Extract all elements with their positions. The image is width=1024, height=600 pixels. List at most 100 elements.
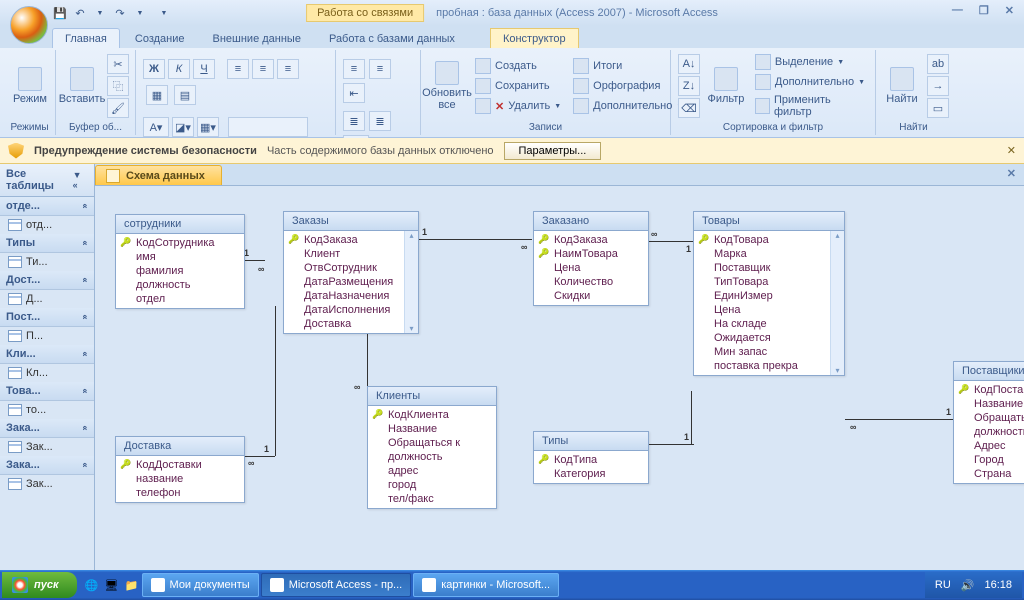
entity-field[interactable]: КодПоставщика xyxy=(958,383,1024,397)
sort-asc-icon[interactable]: A↓ xyxy=(678,54,700,74)
entity-field[interactable]: должность xyxy=(958,425,1024,439)
toggle-filter-button[interactable]: Применить фильтр xyxy=(751,93,869,119)
clear-sort-icon[interactable]: ⌫ xyxy=(678,98,700,118)
entity-field[interactable]: Категория xyxy=(538,467,644,481)
nav-group-header[interactable]: Пост... xyxy=(0,308,94,327)
nav-table-item[interactable]: Зак... xyxy=(0,475,94,493)
entity-field[interactable]: Цена xyxy=(698,303,828,317)
document-close-button[interactable]: ✕ xyxy=(1003,167,1020,180)
entity-field[interactable]: Обращаться к xyxy=(372,436,492,450)
entity-clients[interactable]: Клиенты КодКлиентаНазваниеОбращаться кдо… xyxy=(367,386,497,509)
entity-field[interactable]: КодТипа xyxy=(538,453,644,467)
entity-types[interactable]: Типы КодТипаКатегория xyxy=(533,431,649,484)
entity-field[interactable]: Клиент xyxy=(288,247,402,261)
entity-field[interactable]: КодДоставки xyxy=(120,458,240,472)
entity-field[interactable]: Мин запас xyxy=(698,345,828,359)
entity-field[interactable]: КодЗаказа xyxy=(288,233,402,247)
entity-field[interactable]: Скидки xyxy=(538,289,644,303)
selection-button[interactable]: Выделение▼ xyxy=(751,53,869,71)
nav-collapse-icon[interactable]: ▼ « xyxy=(73,170,88,190)
align-left-icon[interactable]: ≡ xyxy=(227,59,249,79)
taskbar-item[interactable]: Microsoft Access - пр... xyxy=(261,573,412,597)
entity-suppliers[interactable]: Поставщики КодПоставщикаНазваниеОбращать… xyxy=(953,361,1024,484)
taskbar-item[interactable]: картинки - Microsoft... xyxy=(413,573,559,597)
entity-field[interactable]: ТипТовара xyxy=(698,275,828,289)
redo-icon[interactable]: ↷ xyxy=(112,5,128,21)
nav-group-header[interactable]: Дост... xyxy=(0,271,94,290)
entity-field[interactable]: Страна xyxy=(958,467,1024,481)
rtf-btn2[interactable]: ≡ xyxy=(369,59,391,79)
replace-icon[interactable]: ab xyxy=(927,54,949,74)
entity-field[interactable]: город xyxy=(372,478,492,492)
security-close-button[interactable]: ✕ xyxy=(1007,144,1016,157)
nav-group-header[interactable]: Това... xyxy=(0,382,94,401)
explorer-icon[interactable]: 📁 xyxy=(123,575,141,595)
taskbar-item[interactable]: Мои документы xyxy=(142,573,259,597)
nav-table-item[interactable]: отд... xyxy=(0,216,94,234)
entity-field[interactable]: Адрес xyxy=(958,439,1024,453)
nav-group-header[interactable]: отде... xyxy=(0,197,94,216)
entity-field[interactable]: название xyxy=(120,472,240,486)
entity-field[interactable]: Название xyxy=(958,397,1024,411)
entity-field[interactable]: КодЗаказа xyxy=(538,233,644,247)
entity-delivery[interactable]: Доставка КодДоставкиназваниетелефон xyxy=(115,436,245,503)
select-icon[interactable]: ▭ xyxy=(927,98,949,118)
scrollbar[interactable] xyxy=(404,231,418,333)
entity-field[interactable]: НаимТовара xyxy=(538,247,644,261)
new-record-button[interactable]: Создать xyxy=(471,57,565,75)
redo-dropdown-icon[interactable]: ▼ xyxy=(132,5,148,21)
entity-employees[interactable]: сотрудники КодСотрудникаимяфамилиядолжно… xyxy=(115,214,245,309)
entity-field[interactable]: Цена xyxy=(538,261,644,275)
schema-tab[interactable]: Схема данных xyxy=(95,165,222,185)
tab-external[interactable]: Внешние данные xyxy=(200,28,314,48)
entity-field[interactable]: Доставка xyxy=(288,317,402,331)
security-options-button[interactable]: Параметры... xyxy=(504,142,602,160)
more-button[interactable]: Дополнительно▼ xyxy=(569,97,687,115)
advanced-filter-button[interactable]: Дополнительно▼ xyxy=(751,73,869,91)
tab-designer[interactable]: Конструктор xyxy=(490,28,579,48)
gridlines-icon[interactable]: ▦ xyxy=(146,85,168,105)
restore-button[interactable]: ❐ xyxy=(975,4,993,17)
entity-field[interactable]: КодСотрудника xyxy=(120,236,240,250)
fill-color-icon[interactable]: ◪▾ xyxy=(172,117,194,137)
filter-button[interactable]: Фильтр xyxy=(705,65,747,107)
entity-ordered[interactable]: Заказано КодЗаказаНаимТовараЦенаКоличест… xyxy=(533,211,649,306)
rtf-btn1[interactable]: ≡ xyxy=(343,59,365,79)
entity-field[interactable]: ДатаНазначения xyxy=(288,289,402,303)
cut-icon[interactable]: ✂ xyxy=(107,54,129,74)
entity-orders[interactable]: Заказы КодЗаказаКлиентОтвСотрудникДатаРа… xyxy=(283,211,419,334)
entity-products[interactable]: Товары КодТовараМаркаПоставщикТипТовараЕ… xyxy=(693,211,845,376)
entity-field[interactable]: ДатаРазмещения xyxy=(288,275,402,289)
italic-icon[interactable]: К xyxy=(168,59,190,79)
paste-button[interactable]: Вставить xyxy=(62,65,102,107)
entity-field[interactable]: должность xyxy=(120,278,240,292)
entity-field[interactable]: должность xyxy=(372,450,492,464)
entity-field[interactable]: фамилия xyxy=(120,264,240,278)
nav-group-header[interactable]: Зака... xyxy=(0,456,94,475)
align-right-icon[interactable]: ≡ xyxy=(277,59,299,79)
nav-header[interactable]: Все таблицы▼ « xyxy=(0,164,94,197)
close-button[interactable]: ✕ xyxy=(1001,4,1018,17)
entity-field[interactable]: ДатаИсполнения xyxy=(288,303,402,317)
goto-icon[interactable]: → xyxy=(927,76,949,96)
alt-row-icon[interactable]: ▤ xyxy=(174,85,196,105)
entity-field[interactable]: ЕдинИзмер xyxy=(698,289,828,303)
tab-create[interactable]: Создание xyxy=(122,28,198,48)
office-button[interactable] xyxy=(10,6,48,44)
rtf-btn3[interactable]: ⇤ xyxy=(343,83,365,103)
entity-field[interactable]: адрес xyxy=(372,464,492,478)
spelling-button[interactable]: Орфография xyxy=(569,77,687,95)
tray-icon[interactable]: 🔊 xyxy=(961,579,975,592)
nav-table-item[interactable]: Кл... xyxy=(0,364,94,382)
entity-field[interactable]: Марка xyxy=(698,247,828,261)
sort-desc-icon[interactable]: Z↓ xyxy=(678,76,700,96)
entity-field[interactable]: Город xyxy=(958,453,1024,467)
save-icon[interactable]: 💾 xyxy=(52,5,68,21)
undo-dropdown-icon[interactable]: ▼ xyxy=(92,5,108,21)
copy-icon[interactable]: ⿻ xyxy=(107,76,129,96)
find-button[interactable]: Найти xyxy=(882,65,922,107)
rtf-btn4[interactable]: ≣ xyxy=(343,111,365,131)
nav-group-header[interactable]: Зака... xyxy=(0,419,94,438)
minimize-button[interactable]: — xyxy=(948,4,967,17)
delete-record-button[interactable]: ✕Удалить▼ xyxy=(471,97,565,115)
